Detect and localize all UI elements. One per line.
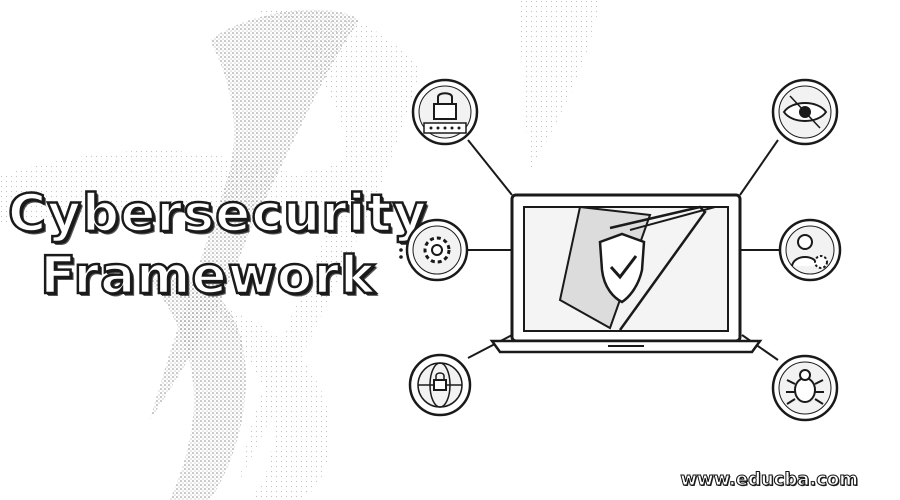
gear-icon bbox=[399, 218, 469, 282]
banner-canvas: Cybersecurity Framework www.educba.com bbox=[0, 0, 900, 500]
bug-icon bbox=[771, 354, 839, 422]
user-gear-icon bbox=[778, 218, 842, 282]
lock-password-icon bbox=[411, 78, 479, 146]
watermark-text: www.educba.com bbox=[680, 469, 859, 491]
framework-diagram bbox=[399, 78, 842, 422]
laptop-icon bbox=[489, 193, 763, 354]
globe-lock-icon bbox=[408, 353, 472, 417]
eye-icon bbox=[771, 78, 839, 146]
